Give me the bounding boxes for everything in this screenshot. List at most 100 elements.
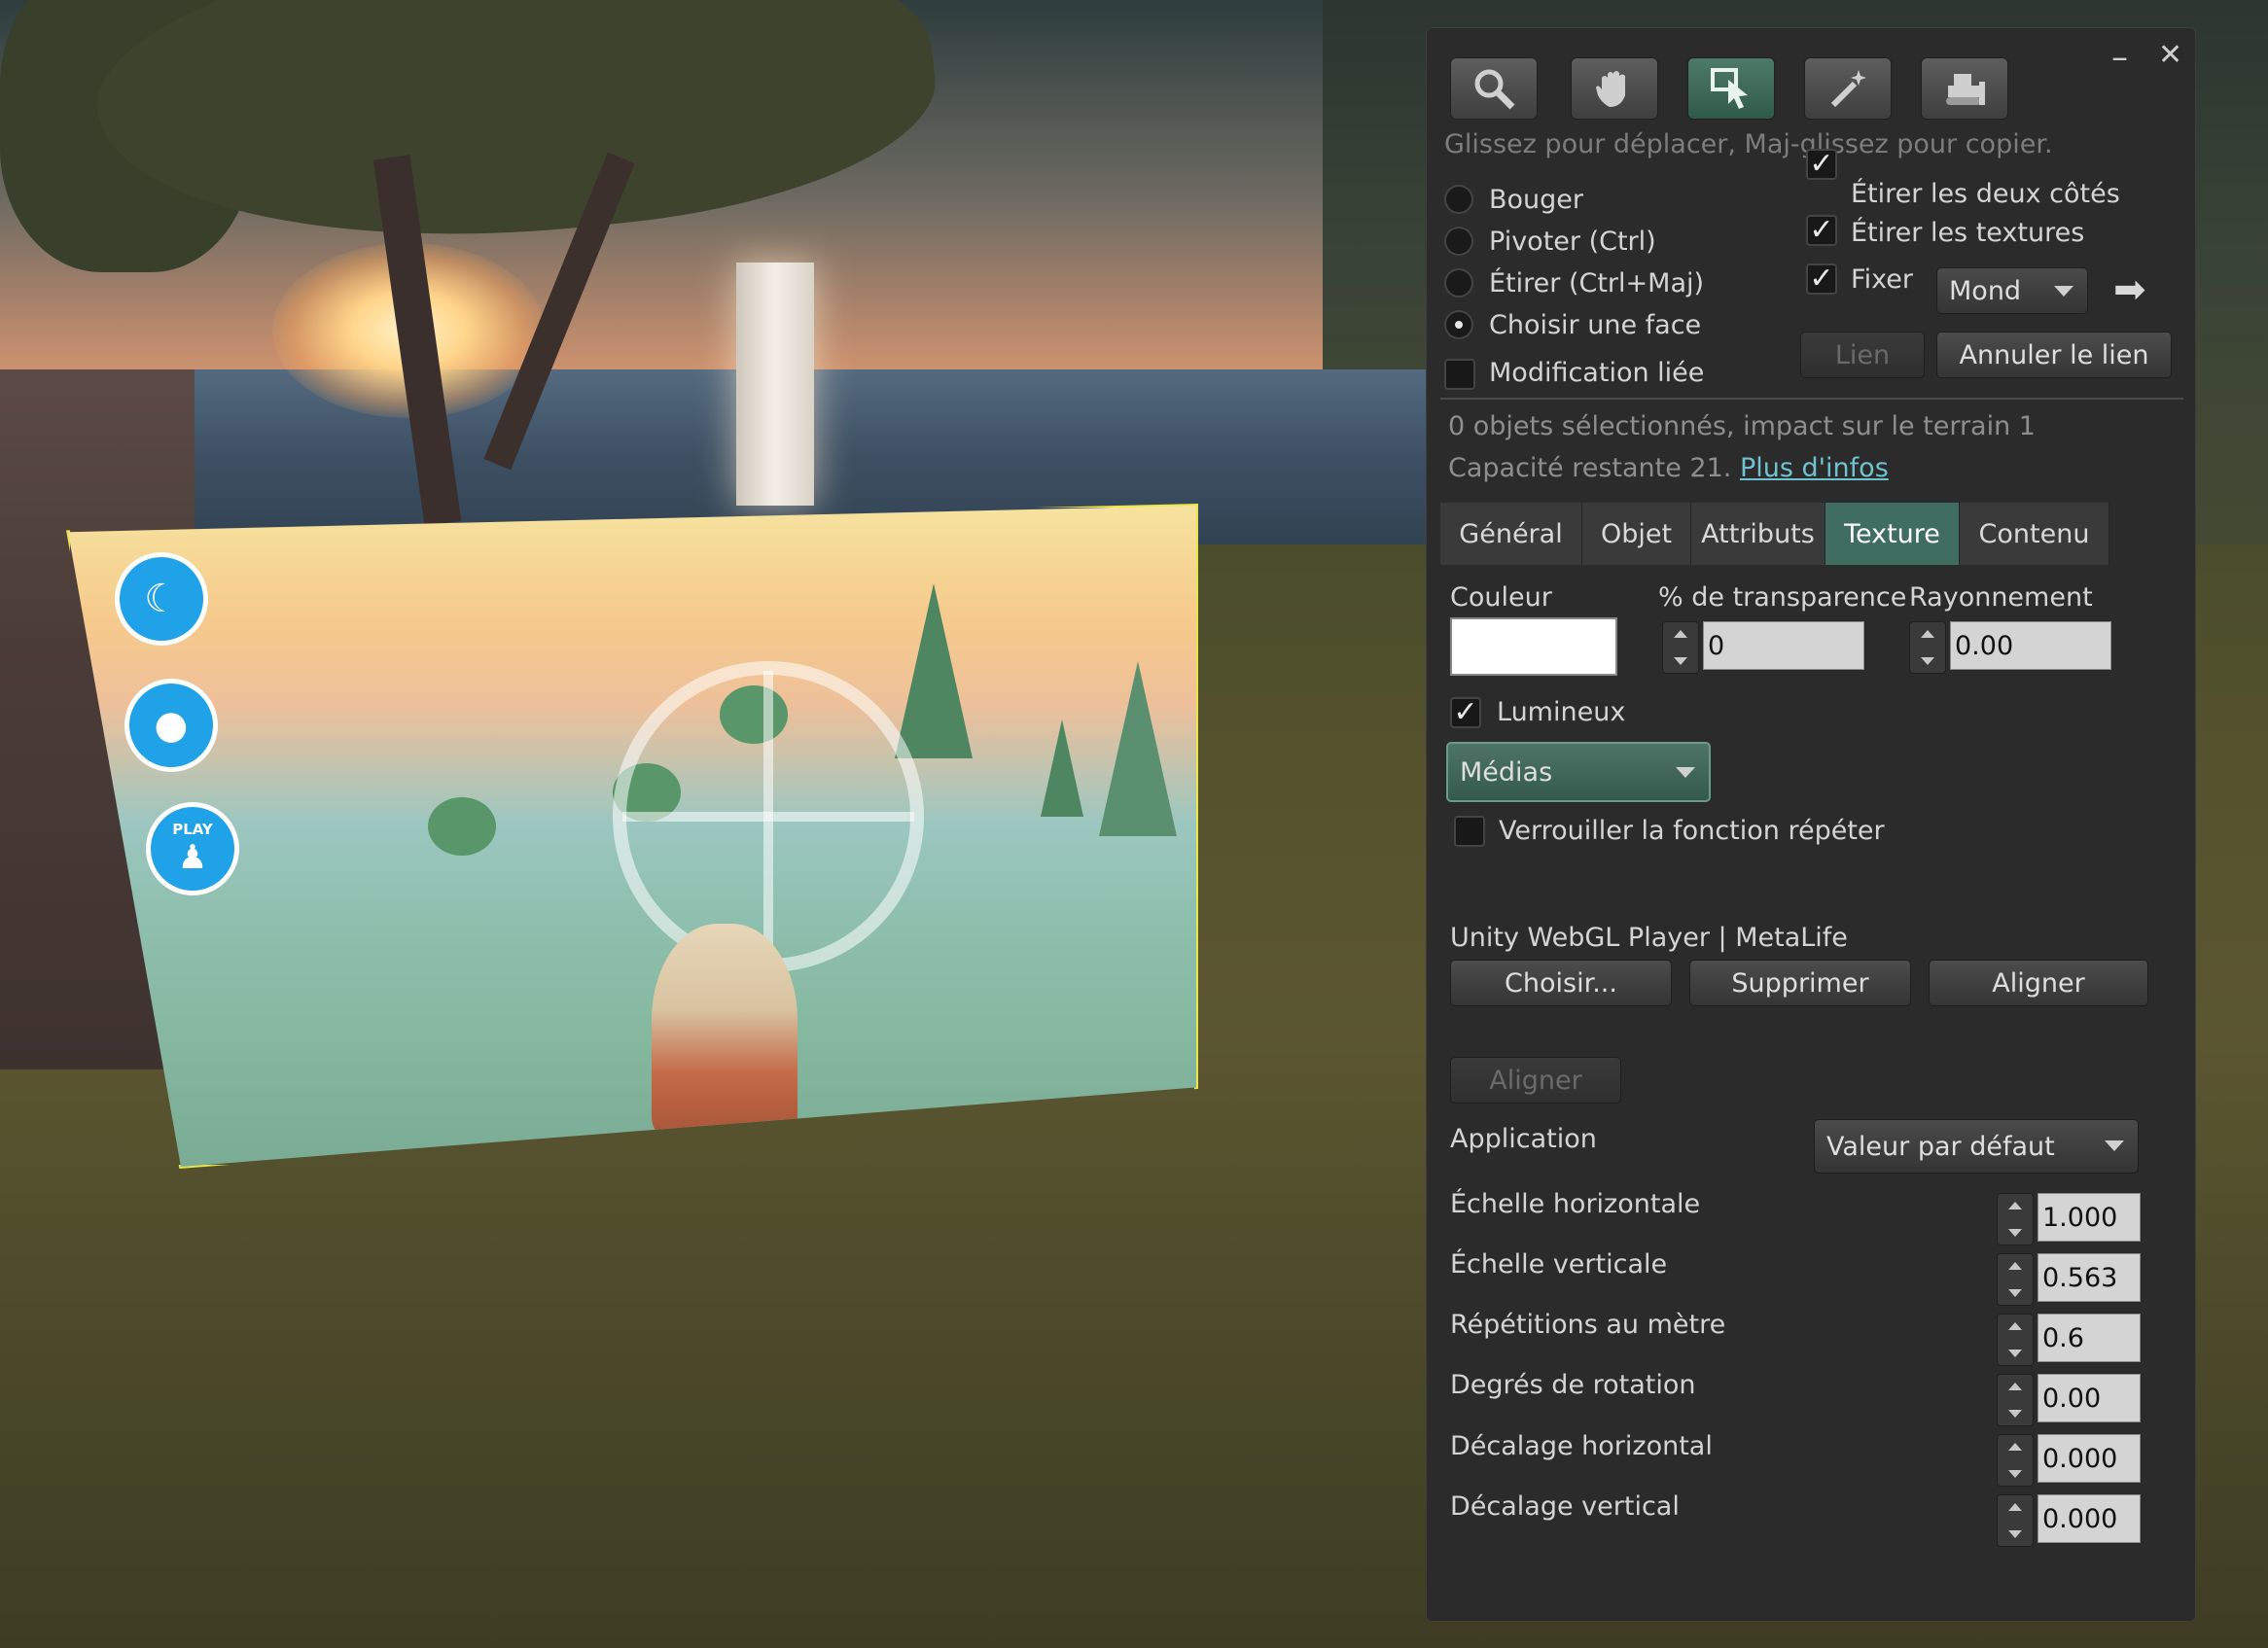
media-name: Unity WebGL Player | MetaLife xyxy=(1450,923,1848,953)
white-pillar[interactable] xyxy=(736,263,814,506)
fullbright-checkbox[interactable]: ✓ xyxy=(1450,697,1481,728)
transparency-spinner[interactable] xyxy=(1662,621,1699,674)
h-scale-spinner[interactable] xyxy=(1997,1193,2034,1245)
media-screen-object[interactable]: ☾ ● PLAY ♟ xyxy=(66,504,1198,1169)
tab-bar: Général Objet Attributs Texture Contenu xyxy=(1440,503,2125,565)
game-avatar xyxy=(652,924,797,1138)
repeats-spinner[interactable] xyxy=(1997,1314,2034,1366)
mode-radio-move[interactable] xyxy=(1444,185,1473,214)
h-offset-input[interactable]: 0.000 xyxy=(2038,1434,2141,1483)
create-tool-button[interactable] xyxy=(1804,57,1892,120)
remove-media-button[interactable]: Supprimer xyxy=(1689,960,1911,1006)
align-button-disabled[interactable]: Aligner xyxy=(1450,1057,1621,1104)
tab-object[interactable]: Objet xyxy=(1582,503,1691,565)
mapping-value: Valeur par défaut xyxy=(1826,1131,2055,1162)
snap-ruler-dropdown[interactable]: Mond xyxy=(1936,267,2088,314)
rotation-input[interactable]: 0.00 xyxy=(2038,1374,2141,1422)
mode-label-stretch: Étirer (Ctrl+Maj) xyxy=(1489,268,1705,298)
v-scale-input[interactable]: 0.563 xyxy=(2038,1253,2141,1302)
bulldozer-icon xyxy=(1946,74,1985,105)
selection-status: 0 objets sélectionnés, impact sur le ter… xyxy=(1448,411,2036,441)
magnifier-icon xyxy=(1474,69,1515,110)
stretch-textures-label: Étirer les textures xyxy=(1851,218,2085,248)
unlink-button[interactable]: Annuler le lien xyxy=(1936,332,2172,378)
chevron-down-icon xyxy=(2105,1140,2124,1151)
param-label-repeats: Répétitions au mètre xyxy=(1450,1310,1726,1340)
play-icon[interactable]: PLAY ♟ xyxy=(146,802,239,895)
tab-content[interactable]: Contenu xyxy=(1960,503,2109,565)
param-label-h-offset: Décalage horizontal xyxy=(1450,1431,1713,1461)
lock-repeat-checkbox[interactable] xyxy=(1454,816,1485,847)
stretch-both-checkbox[interactable]: ✓ xyxy=(1806,149,1837,180)
drag-hint-text: Glissez pour déplacer, Maj-glissez pour … xyxy=(1444,129,2053,159)
joystick-glyph: ♟ xyxy=(177,838,208,877)
minimize-button[interactable]: – xyxy=(2111,38,2128,77)
chevron-down-icon xyxy=(1676,767,1695,778)
v-offset-spinner[interactable] xyxy=(1997,1494,2034,1547)
tab-general[interactable]: Général xyxy=(1440,503,1582,565)
zoom-tool-button[interactable] xyxy=(1450,57,1538,120)
param-label-v-offset: Décalage vertical xyxy=(1450,1491,1680,1522)
night-mode-icon[interactable]: ☾ xyxy=(115,552,208,646)
glow-spinner[interactable] xyxy=(1909,621,1946,674)
h-offset-spinner[interactable] xyxy=(1997,1434,2034,1487)
capacity-status: Capacité restante 21. Plus d'infos xyxy=(1448,453,1889,483)
hand-icon xyxy=(1596,71,1625,107)
snap-label: Fixer xyxy=(1851,264,1913,295)
color-label: Couleur xyxy=(1450,582,1552,613)
wand-icon xyxy=(1830,70,1866,108)
linked-edit-checkbox[interactable] xyxy=(1444,359,1475,390)
mode-label-rotate: Pivoter (Ctrl) xyxy=(1489,227,1656,257)
param-label-rotation: Degrés de rotation xyxy=(1450,1370,1696,1400)
snap-ruler-value: Mond xyxy=(1949,275,2022,306)
chevron-down-icon xyxy=(2054,286,2073,297)
crosshair-horizontal xyxy=(622,812,914,822)
snap-checkbox[interactable]: ✓ xyxy=(1806,263,1837,295)
capacity-text: Capacité restante 21. xyxy=(1448,453,1732,483)
align-media-button[interactable]: Aligner xyxy=(1929,960,2148,1006)
profile-icon[interactable]: ● xyxy=(124,679,218,772)
more-info-link[interactable]: Plus d'infos xyxy=(1740,453,1889,483)
fullbright-label: Lumineux xyxy=(1497,697,1626,727)
grab-tool-button[interactable] xyxy=(1571,57,1658,120)
v-scale-spinner[interactable] xyxy=(1997,1253,2034,1306)
link-button[interactable]: Lien xyxy=(1800,332,1925,378)
mode-radio-rotate[interactable] xyxy=(1444,227,1473,256)
land-tool-button[interactable] xyxy=(1921,57,2008,120)
arrow-right-icon[interactable]: ➡ xyxy=(2113,267,2146,312)
play-label: PLAY xyxy=(172,821,213,838)
stretch-textures-checkbox[interactable]: ✓ xyxy=(1806,215,1837,246)
mode-radio-stretch[interactable] xyxy=(1444,268,1473,298)
mode-radio-select-face[interactable] xyxy=(1444,310,1473,339)
transparency-label: % de transparence xyxy=(1658,582,1907,613)
close-button[interactable]: ✕ xyxy=(2158,38,2182,72)
pine-tree xyxy=(1099,661,1177,836)
h-scale-input[interactable]: 1.000 xyxy=(2038,1193,2141,1242)
media-type-dropdown[interactable]: Médias xyxy=(1446,742,1711,802)
choose-media-button[interactable]: Choisir... xyxy=(1450,960,1672,1006)
rotation-spinner[interactable] xyxy=(1997,1374,2034,1426)
param-label-v-scale: Échelle verticale xyxy=(1450,1249,1668,1280)
linked-edit-label: Modification liée xyxy=(1489,358,1705,388)
tab-texture[interactable]: Texture xyxy=(1825,503,1960,565)
mapping-label: Application xyxy=(1450,1124,1597,1154)
edit-tool-button[interactable] xyxy=(1687,57,1775,120)
glow-label: Rayonnement xyxy=(1909,582,2093,613)
color-swatch[interactable] xyxy=(1450,617,1617,676)
mapping-dropdown[interactable]: Valeur par défaut xyxy=(1814,1119,2139,1174)
divider xyxy=(1440,398,2183,400)
round-tree xyxy=(428,797,496,856)
media-type-value: Médias xyxy=(1460,756,1553,788)
mode-label-select-face: Choisir une face xyxy=(1489,310,1702,340)
repeats-input[interactable]: 0.6 xyxy=(2038,1314,2141,1362)
v-offset-input[interactable]: 0.000 xyxy=(2038,1494,2141,1543)
build-tools-panel: – ✕ Glissez pour déplacer, Maj-glissez p… xyxy=(1426,27,2196,1622)
pine-tree xyxy=(1041,719,1083,817)
stretch-both-label: Étirer les deux côtés xyxy=(1851,179,2120,209)
pine-tree xyxy=(895,583,973,758)
glow-input[interactable]: 0.00 xyxy=(1950,621,2111,670)
tab-features[interactable]: Attributs xyxy=(1691,503,1825,565)
lock-repeat-label: Verrouiller la fonction répéter xyxy=(1499,816,1885,846)
mode-label-move: Bouger xyxy=(1489,185,1584,215)
transparency-input[interactable]: 0 xyxy=(1703,621,1864,670)
